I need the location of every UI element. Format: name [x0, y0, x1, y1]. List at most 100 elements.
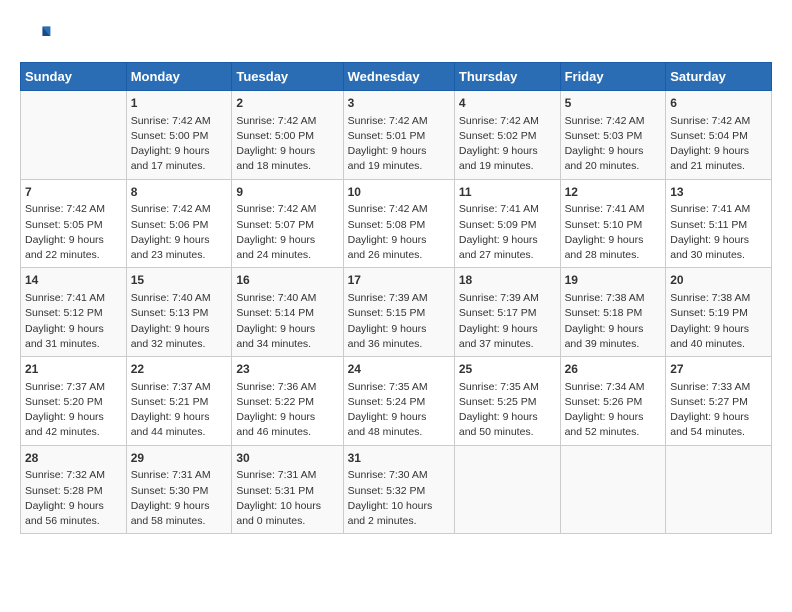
day-number: 17: [348, 272, 450, 289]
day-details: Sunrise: 7:42 AM Sunset: 5:07 PM Dayligh…: [236, 202, 338, 263]
calendar-cell: 4Sunrise: 7:42 AM Sunset: 5:02 PM Daylig…: [454, 91, 560, 180]
day-details: Sunrise: 7:39 AM Sunset: 5:17 PM Dayligh…: [459, 291, 556, 352]
logo: [20, 20, 56, 52]
calendar-cell: 22 Sunrise: 7:37 AM Sunset: 5:21 PM Dayli…: [126, 357, 232, 446]
day-number: 1: [131, 95, 228, 112]
day-details: Sunrise: 7:42 AM Sunset: 5:08 PM Dayligh…: [348, 202, 450, 263]
day-details: Sunrise: 7:42 AM Sunset: 5:00 PM Dayligh…: [131, 114, 228, 175]
day-details: Sunrise: 7:37 AM Sunset: 5:20 PM Dayligh…: [25, 380, 122, 441]
calendar-cell: 11Sunrise: 7:41 AM Sunset: 5:09 PM Dayli…: [454, 179, 560, 268]
day-details: Sunrise: 7:42 AM Sunset: 5:03 PM Dayligh…: [565, 114, 662, 175]
day-number: 11: [459, 184, 556, 201]
day-details: Sunrise: 7:41 AM Sunset: 5:09 PM Dayligh…: [459, 202, 556, 263]
header-tuesday: Tuesday: [232, 63, 343, 91]
day-number: 9: [236, 184, 338, 201]
logo-icon: [20, 20, 52, 52]
calendar-cell: 31Sunrise: 7:30 AM Sunset: 5:32 PM Dayli…: [343, 445, 454, 534]
calendar-cell: 10Sunrise: 7:42 AM Sunset: 5:08 PM Dayli…: [343, 179, 454, 268]
calendar-cell: 5 Sunrise: 7:42 AM Sunset: 5:03 PM Daylig…: [560, 91, 666, 180]
day-number: 10: [348, 184, 450, 201]
calendar-cell: 7Sunrise: 7:42 AM Sunset: 5:05 PM Daylig…: [21, 179, 127, 268]
header-friday: Friday: [560, 63, 666, 91]
day-details: Sunrise: 7:35 AM Sunset: 5:25 PM Dayligh…: [459, 380, 556, 441]
calendar-cell: 18 Sunrise: 7:39 AM Sunset: 5:17 PM Dayli…: [454, 268, 560, 357]
header-wednesday: Wednesday: [343, 63, 454, 91]
calendar-cell: 1 Sunrise: 7:42 AM Sunset: 5:00 PM Daylig…: [126, 91, 232, 180]
calendar-cell: [666, 445, 772, 534]
day-number: 12: [565, 184, 662, 201]
page-header: [20, 20, 772, 52]
calendar-cell: [454, 445, 560, 534]
day-details: Sunrise: 7:34 AM Sunset: 5:26 PM Dayligh…: [565, 380, 662, 441]
day-details: Sunrise: 7:32 AM Sunset: 5:28 PM Dayligh…: [25, 468, 122, 529]
day-number: 4: [459, 95, 556, 112]
header-sunday: Sunday: [21, 63, 127, 91]
calendar-cell: 26 Sunrise: 7:34 AM Sunset: 5:26 PM Dayli…: [560, 357, 666, 446]
calendar-cell: [21, 91, 127, 180]
week-row-2: 7Sunrise: 7:42 AM Sunset: 5:05 PM Daylig…: [21, 179, 772, 268]
calendar-cell: 15Sunrise: 7:40 AM Sunset: 5:13 PM Dayli…: [126, 268, 232, 357]
day-number: 26: [565, 361, 662, 378]
day-number: 20: [670, 272, 767, 289]
day-details: Sunrise: 7:42 AM Sunset: 5:04 PM Dayligh…: [670, 114, 767, 175]
calendar-cell: 6Sunrise: 7:42 AM Sunset: 5:04 PM Daylig…: [666, 91, 772, 180]
calendar-cell: 14 Sunrise: 7:41 AM Sunset: 5:12 PM Dayli…: [21, 268, 127, 357]
day-details: Sunrise: 7:31 AM Sunset: 5:31 PM Dayligh…: [236, 468, 338, 529]
day-details: Sunrise: 7:42 AM Sunset: 5:06 PM Dayligh…: [131, 202, 228, 263]
day-details: Sunrise: 7:40 AM Sunset: 5:13 PM Dayligh…: [131, 291, 228, 352]
day-number: 29: [131, 450, 228, 467]
calendar-cell: 24Sunrise: 7:35 AM Sunset: 5:24 PM Dayli…: [343, 357, 454, 446]
calendar-cell: 17 Sunrise: 7:39 AM Sunset: 5:15 PM Dayli…: [343, 268, 454, 357]
day-details: Sunrise: 7:42 AM Sunset: 5:05 PM Dayligh…: [25, 202, 122, 263]
header-thursday: Thursday: [454, 63, 560, 91]
day-details: Sunrise: 7:38 AM Sunset: 5:19 PM Dayligh…: [670, 291, 767, 352]
day-details: Sunrise: 7:40 AM Sunset: 5:14 PM Dayligh…: [236, 291, 338, 352]
day-number: 14: [25, 272, 122, 289]
day-details: Sunrise: 7:42 AM Sunset: 5:00 PM Dayligh…: [236, 114, 338, 175]
calendar-cell: 27Sunrise: 7:33 AM Sunset: 5:27 PM Dayli…: [666, 357, 772, 446]
calendar-header-row: SundayMondayTuesdayWednesdayThursdayFrid…: [21, 63, 772, 91]
day-number: 28: [25, 450, 122, 467]
calendar-cell: 23 Sunrise: 7:36 AM Sunset: 5:22 PM Dayli…: [232, 357, 343, 446]
day-number: 8: [131, 184, 228, 201]
calendar-cell: 3 Sunrise: 7:42 AM Sunset: 5:01 PM Daylig…: [343, 91, 454, 180]
day-details: Sunrise: 7:39 AM Sunset: 5:15 PM Dayligh…: [348, 291, 450, 352]
day-details: Sunrise: 7:30 AM Sunset: 5:32 PM Dayligh…: [348, 468, 450, 529]
day-number: 18: [459, 272, 556, 289]
day-details: Sunrise: 7:42 AM Sunset: 5:01 PM Dayligh…: [348, 114, 450, 175]
calendar-cell: 9Sunrise: 7:42 AM Sunset: 5:07 PM Daylig…: [232, 179, 343, 268]
day-details: Sunrise: 7:41 AM Sunset: 5:11 PM Dayligh…: [670, 202, 767, 263]
header-saturday: Saturday: [666, 63, 772, 91]
calendar-cell: 19 Sunrise: 7:38 AM Sunset: 5:18 PM Dayli…: [560, 268, 666, 357]
calendar-table: SundayMondayTuesdayWednesdayThursdayFrid…: [20, 62, 772, 534]
day-details: Sunrise: 7:41 AM Sunset: 5:10 PM Dayligh…: [565, 202, 662, 263]
day-details: Sunrise: 7:41 AM Sunset: 5:12 PM Dayligh…: [25, 291, 122, 352]
calendar-cell: 8Sunrise: 7:42 AM Sunset: 5:06 PM Daylig…: [126, 179, 232, 268]
calendar-cell: 28Sunrise: 7:32 AM Sunset: 5:28 PM Dayli…: [21, 445, 127, 534]
calendar-cell: 16 Sunrise: 7:40 AM Sunset: 5:14 PM Dayli…: [232, 268, 343, 357]
day-number: 31: [348, 450, 450, 467]
day-number: 2: [236, 95, 338, 112]
calendar-cell: 25Sunrise: 7:35 AM Sunset: 5:25 PM Dayli…: [454, 357, 560, 446]
day-details: Sunrise: 7:31 AM Sunset: 5:30 PM Dayligh…: [131, 468, 228, 529]
day-number: 16: [236, 272, 338, 289]
day-details: Sunrise: 7:37 AM Sunset: 5:21 PM Dayligh…: [131, 380, 228, 441]
day-details: Sunrise: 7:36 AM Sunset: 5:22 PM Dayligh…: [236, 380, 338, 441]
week-row-3: 14 Sunrise: 7:41 AM Sunset: 5:12 PM Dayli…: [21, 268, 772, 357]
day-details: Sunrise: 7:33 AM Sunset: 5:27 PM Dayligh…: [670, 380, 767, 441]
calendar-cell: 20 Sunrise: 7:38 AM Sunset: 5:19 PM Dayli…: [666, 268, 772, 357]
day-number: 19: [565, 272, 662, 289]
calendar-cell: 13Sunrise: 7:41 AM Sunset: 5:11 PM Dayli…: [666, 179, 772, 268]
day-number: 23: [236, 361, 338, 378]
day-number: 5: [565, 95, 662, 112]
week-row-1: 1 Sunrise: 7:42 AM Sunset: 5:00 PM Daylig…: [21, 91, 772, 180]
day-number: 22: [131, 361, 228, 378]
header-monday: Monday: [126, 63, 232, 91]
day-number: 7: [25, 184, 122, 201]
day-number: 3: [348, 95, 450, 112]
day-details: Sunrise: 7:38 AM Sunset: 5:18 PM Dayligh…: [565, 291, 662, 352]
day-details: Sunrise: 7:35 AM Sunset: 5:24 PM Dayligh…: [348, 380, 450, 441]
day-number: 30: [236, 450, 338, 467]
calendar-cell: 12Sunrise: 7:41 AM Sunset: 5:10 PM Dayli…: [560, 179, 666, 268]
week-row-5: 28Sunrise: 7:32 AM Sunset: 5:28 PM Dayli…: [21, 445, 772, 534]
